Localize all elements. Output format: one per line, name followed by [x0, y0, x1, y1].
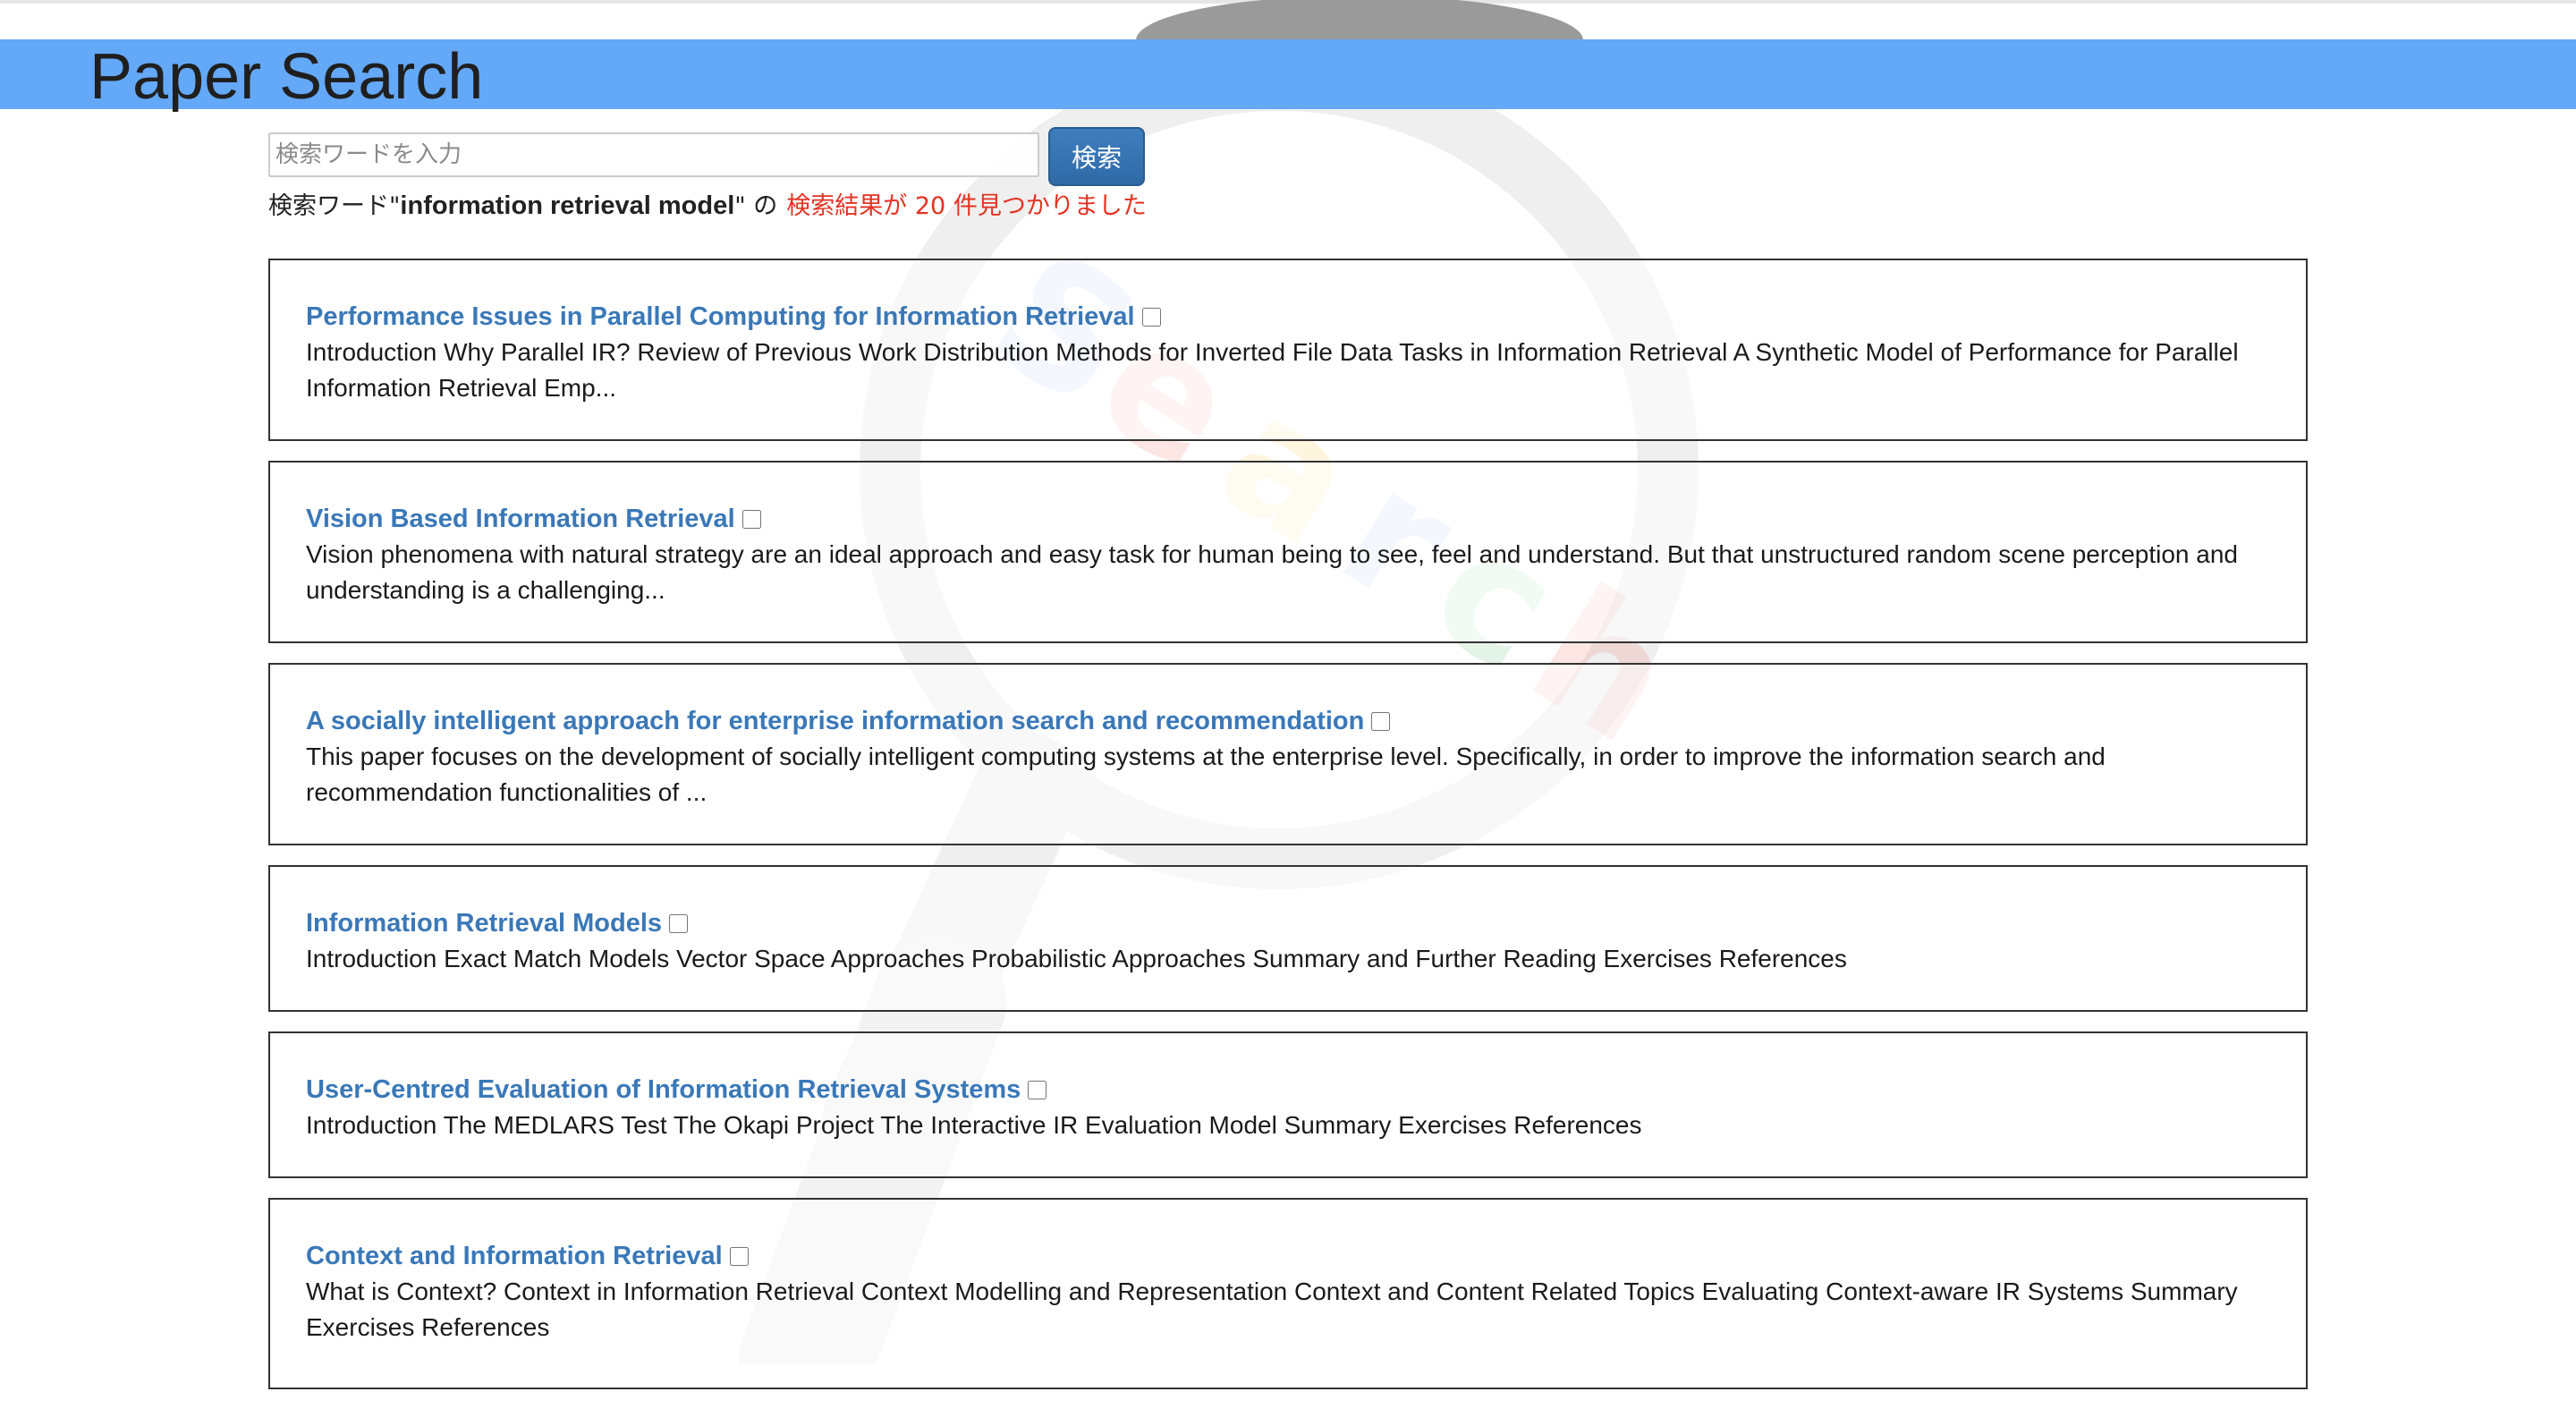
result-checkbox[interactable] — [1141, 307, 1161, 327]
result-title-link[interactable]: User-Centred Evaluation of Information R… — [306, 1075, 1021, 1105]
result-title-link[interactable]: Vision Based Information Retrieval — [306, 505, 735, 534]
result-title-link[interactable]: Information Retrieval Models — [306, 909, 662, 938]
result-title-line: User-Centred Evaluation of Information R… — [306, 1072, 2270, 1108]
result-checkbox[interactable] — [1028, 1080, 1047, 1099]
result-abstract: What is Context? Context in Information … — [306, 1277, 2238, 1341]
result-abstract: This paper focuses on the development of… — [306, 743, 2106, 806]
search-input[interactable] — [268, 132, 1039, 177]
result-title-line: A socially intelligent approach for ente… — [306, 703, 2270, 739]
result-abstract: Introduction Exact Match Models Vector S… — [306, 945, 1847, 972]
result-card: A socially intelligent approach for ente… — [268, 663, 2308, 845]
result-count: 検索結果が 20 件見つかりました — [786, 192, 1147, 220]
result-title-line: Information Retrieval Models — [306, 905, 2270, 941]
result-list: Performance Issues in Parallel Computing… — [268, 259, 2308, 1409]
result-title-link[interactable]: Performance Issues in Parallel Computing… — [306, 302, 1135, 332]
result-checkbox[interactable] — [1371, 711, 1391, 731]
result-card: Performance Issues in Parallel Computing… — [268, 259, 2308, 441]
result-card: Information Retrieval Models Introductio… — [268, 865, 2308, 1012]
summary-suffix: " の — [734, 192, 778, 220]
summary-prefix: 検索ワード" — [268, 192, 401, 220]
result-abstract: Introduction Why Parallel IR? Review of … — [306, 338, 2239, 402]
result-title-line: Vision Based Information Retrieval — [306, 501, 2270, 537]
result-title-link[interactable]: Context and Information Retrieval — [306, 1242, 723, 1271]
result-card: User-Centred Evaluation of Information R… — [268, 1031, 2308, 1178]
result-checkbox[interactable] — [729, 1246, 749, 1266]
search-term: information retrieval model — [400, 191, 735, 220]
result-title-line: Performance Issues in Parallel Computing… — [306, 299, 2270, 335]
result-card: Vision Based Information Retrieval Visio… — [268, 461, 2308, 643]
search-button[interactable]: 検索 — [1048, 127, 1145, 186]
result-title-line: Context and Information Retrieval — [306, 1238, 2270, 1274]
top-divider — [0, 0, 2576, 4]
result-summary: 検索ワード"information retrieval model" の検索結果… — [268, 188, 1147, 224]
app-title: Paper Search — [89, 41, 484, 113]
result-abstract: Introduction The MEDLARS Test The Okapi … — [306, 1111, 1642, 1139]
result-checkbox[interactable] — [669, 913, 689, 933]
result-card: Context and Information Retrieval What i… — [268, 1198, 2308, 1389]
result-abstract: Vision phenomena with natural strategy a… — [306, 540, 2238, 604]
result-title-link[interactable]: A socially intelligent approach for ente… — [306, 707, 1364, 736]
result-checkbox[interactable] — [741, 509, 761, 529]
